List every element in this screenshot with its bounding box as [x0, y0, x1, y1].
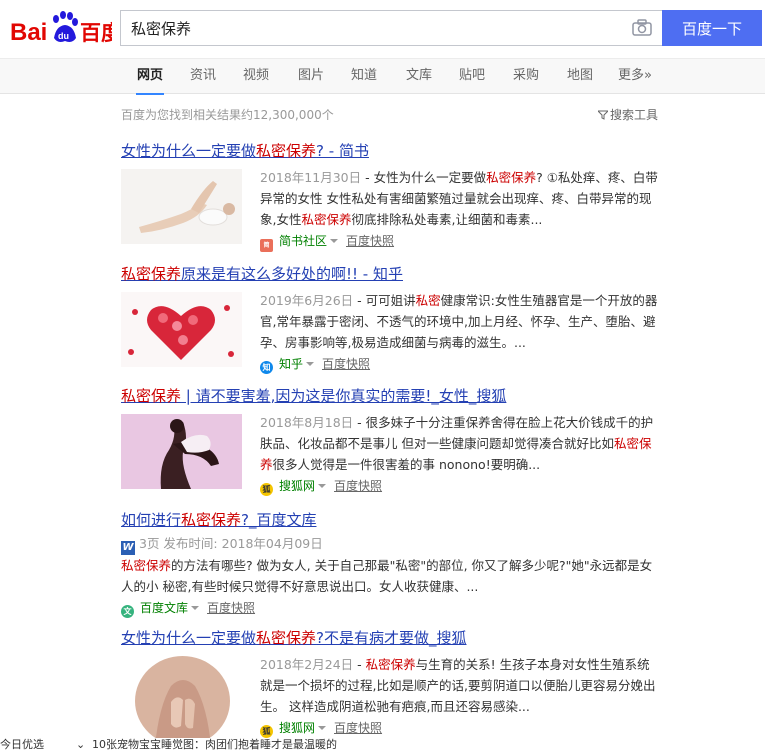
snapshot-link[interactable]: 百度快照 — [334, 479, 382, 493]
word-doc-icon: W — [121, 541, 135, 555]
result-source-line: 知知乎 百度快照 — [260, 354, 661, 374]
result-source-line: 简简书社区 百度快照 — [260, 231, 661, 252]
chevron-down-icon[interactable] — [330, 239, 339, 243]
baidu-logo[interactable]: Bai du 百度 — [10, 8, 122, 48]
search-tools[interactable]: 搜索工具 — [596, 106, 658, 123]
tab-zhidao[interactable]: 知道 — [350, 59, 378, 94]
result-thumbnail[interactable] — [121, 414, 242, 489]
result-source[interactable]: 知乎 — [279, 357, 303, 371]
tab-video[interactable]: 视频 — [242, 59, 270, 94]
search-button[interactable]: 百度一下 — [662, 10, 762, 46]
result-item: 女性为什么一定要做私密保养?不是有病才要做_搜狐 2018年2月24日 - 私密… — [121, 628, 661, 746]
result-title-link[interactable]: 如何进行私密保养?_百度文库 — [121, 510, 661, 530]
result-source[interactable]: 百度文库 — [140, 601, 188, 615]
result-abstract: 2018年2月24日 - 私密保养与生育的关系! 生孩子本身对女性生殖系统就是一… — [260, 654, 661, 738]
wenku-icon: 文 — [121, 605, 134, 618]
result-title-link[interactable]: 私密保养 | 请不要害羞,因为这是你真实的需要!_女性_搜狐 — [121, 386, 661, 406]
result-title-link[interactable]: 私密保养原来是有这么多好处的啊!! - 知乎 — [121, 264, 661, 284]
tab-news[interactable]: 资讯 — [189, 59, 217, 94]
result-thumbnail[interactable] — [135, 656, 230, 746]
snapshot-link[interactable]: 百度快照 — [334, 721, 382, 735]
sohu-icon: 狐 — [260, 483, 273, 496]
snapshot-link[interactable]: 百度快照 — [207, 601, 255, 615]
doc-meta: W 3页 发布时间: 2018年04月09日 — [121, 536, 323, 555]
sohu-icon: 狐 — [260, 725, 273, 738]
result-abstract: 2018年8月18日 - 很多妹子十分注重保养舍得在脸上花大价钱成千的护肤品、化… — [260, 412, 661, 496]
result-source[interactable]: 搜狐网 — [279, 479, 315, 493]
bottom-feed-bar: 今日优选 ⌄ 10张宠物宝宝睡觉图：肉团们抱着睡才是最温暖的 — [0, 738, 765, 752]
result-item: 女性为什么一定要做私密保养? - 简书 2018年11月30日 - 女性为什么一… — [121, 141, 661, 252]
result-thumbnail[interactable] — [121, 292, 242, 367]
filter-icon — [596, 110, 610, 120]
result-thumbnail[interactable] — [121, 169, 242, 244]
feed-label[interactable]: 今日优选 — [0, 738, 44, 752]
chevron-down-icon[interactable] — [306, 362, 315, 366]
result-item: 私密保养 | 请不要害羞,因为这是你真实的需要!_女性_搜狐 2018年8月18… — [121, 386, 661, 496]
result-source[interactable]: 搜狐网 — [279, 721, 315, 735]
result-item: 如何进行私密保养?_百度文库 W 3页 发布时间: 2018年04月09日 私密保… — [121, 510, 661, 618]
chevron-down-icon[interactable] — [191, 606, 200, 610]
header: Bai du 百度 百度一下 — [0, 0, 765, 58]
result-title-link[interactable]: 女性为什么一定要做私密保养? - 简书 — [121, 141, 661, 161]
chevron-down-icon[interactable]: ⌄ — [76, 738, 85, 752]
tab-web[interactable]: 网页 — [136, 59, 164, 95]
tab-bar: 网页 资讯 视频 图片 知道 文库 贴吧 采购 地图 更多» — [0, 58, 765, 95]
tab-more[interactable]: 更多» — [616, 59, 654, 94]
tab-map[interactable]: 地图 — [566, 59, 594, 94]
zhihu-icon: 知 — [260, 361, 273, 374]
result-abstract: W 3页 发布时间: 2018年04月09日 私密保养的方法有哪些? 做为女人, … — [121, 533, 661, 618]
tab-wenku[interactable]: 文库 — [405, 59, 433, 94]
tab-images[interactable]: 图片 — [297, 59, 325, 94]
result-source-line: 文百度文库 百度快照 — [121, 598, 661, 618]
svg-text:百度: 百度 — [80, 21, 112, 45]
svg-text:Bai: Bai — [10, 19, 47, 46]
camera-icon[interactable] — [632, 19, 652, 37]
result-source-line: 狐搜狐网 百度快照 — [260, 476, 661, 496]
result-abstract: 2019年6月26日 - 可可姐讲私密健康常识:女性生殖器官是一个开放的器官,常… — [260, 290, 661, 374]
search-box — [120, 10, 662, 46]
result-source[interactable]: 简书社区 — [279, 234, 327, 248]
jianshu-icon: 简 — [260, 239, 273, 252]
snapshot-link[interactable]: 百度快照 — [346, 234, 394, 248]
snapshot-link[interactable]: 百度快照 — [322, 357, 370, 371]
result-title-link[interactable]: 女性为什么一定要做私密保养?不是有病才要做_搜狐 — [121, 628, 661, 648]
result-source-line: 狐搜狐网 百度快照 — [260, 718, 661, 738]
result-count: 百度为您找到相关结果约12,300,000个 — [121, 108, 334, 122]
chevron-down-icon[interactable] — [318, 484, 327, 488]
result-item: 私密保养原来是有这么多好处的啊!! - 知乎 2019年6月26日 - 可可姐讲… — [121, 264, 661, 374]
svg-text:du: du — [58, 31, 69, 41]
result-abstract: 2018年11月30日 - 女性为什么一定要做私密保养? ①私处痒、疼、白带异常… — [260, 167, 661, 252]
tab-tieba[interactable]: 贴吧 — [458, 59, 486, 94]
feed-headline[interactable]: 10张宠物宝宝睡觉图：肉团们抱着睡才是最温暖的 — [92, 738, 337, 752]
chevron-down-icon[interactable] — [318, 726, 327, 730]
search-input[interactable] — [121, 11, 662, 45]
tab-caigou[interactable]: 采购 — [512, 59, 540, 94]
